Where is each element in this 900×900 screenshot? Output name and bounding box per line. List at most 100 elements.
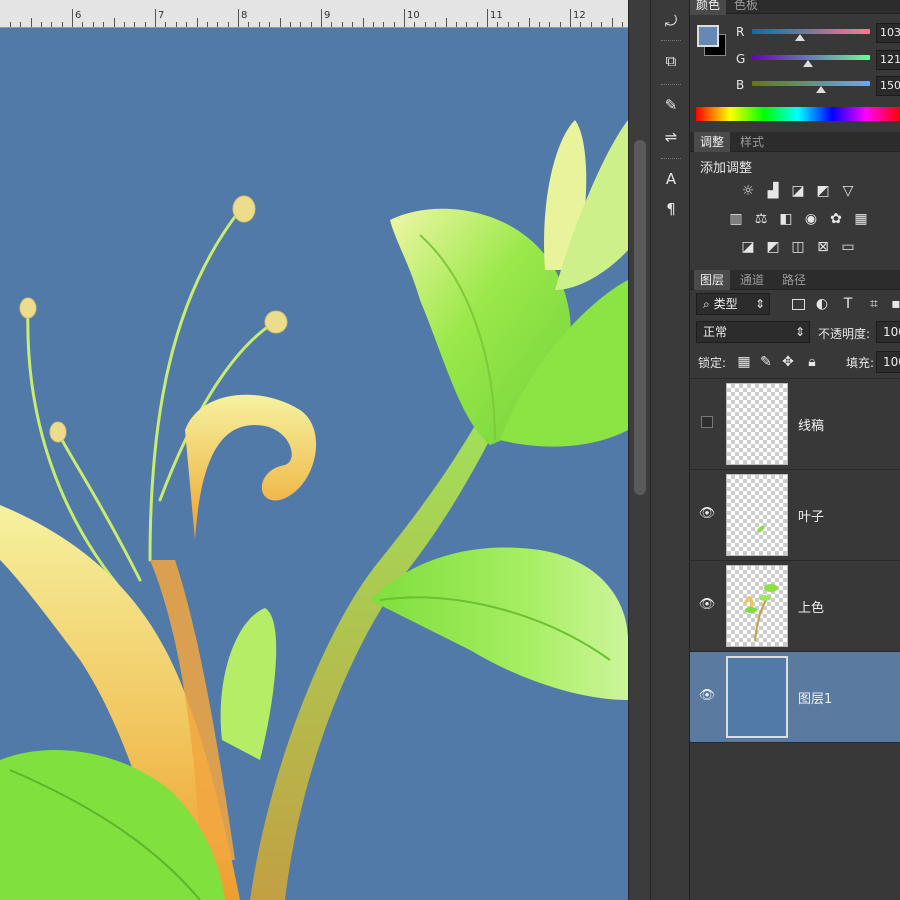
plant-thumb-mark bbox=[743, 584, 778, 642]
layer-row[interactable]: 👁︎ 叶子 bbox=[690, 470, 900, 561]
ruler-minor-tick bbox=[103, 22, 105, 27]
tab-layers[interactable]: 图层 bbox=[694, 270, 731, 290]
blue-slider[interactable] bbox=[752, 81, 870, 86]
layer-filter-label: 类型 bbox=[713, 297, 738, 311]
foreground-color-swatch[interactable] bbox=[697, 25, 719, 47]
threshold-icon[interactable]: ◫ bbox=[790, 239, 806, 255]
blue-slider-knob[interactable] bbox=[816, 86, 827, 93]
ruler-minor-tick bbox=[372, 22, 374, 27]
ruler-number: 11 bbox=[490, 10, 503, 21]
ruler-minor-tick bbox=[123, 22, 125, 27]
layer-row[interactable]: 线稿 bbox=[690, 379, 900, 470]
layer-row[interactable]: 👁︎ 上色 bbox=[690, 561, 900, 652]
opacity-field[interactable]: 100 bbox=[876, 321, 900, 343]
tab-channels[interactable]: 通道 bbox=[734, 270, 770, 290]
chevron-updown-icon: ⇕ bbox=[794, 325, 805, 339]
ruler-major-tick bbox=[570, 9, 571, 27]
tab-adjustments[interactable]: 调整 bbox=[694, 132, 731, 152]
panel-icon-strip: ⤾ ⧉ ✎ ⇌ A ¶ bbox=[650, 0, 690, 900]
tab-color[interactable]: 颜色 bbox=[690, 0, 727, 15]
red-slider[interactable] bbox=[752, 29, 870, 34]
blend-mode-select[interactable]: 正常 ⇕ bbox=[696, 321, 810, 343]
character-icon[interactable]: A bbox=[657, 166, 685, 192]
fill-field[interactable]: 100 bbox=[876, 351, 900, 373]
layer-name: 上色 bbox=[798, 601, 825, 616]
panel-grip[interactable] bbox=[661, 84, 681, 87]
vibrance-icon[interactable]: ▽ bbox=[840, 183, 856, 199]
hue-saturation-icon[interactable]: ▥ bbox=[728, 211, 744, 227]
type-filter-icon[interactable]: T bbox=[840, 296, 856, 312]
eye-icon[interactable]: 👁︎ bbox=[698, 686, 716, 704]
ruler-minor-tick bbox=[383, 22, 385, 27]
lock-label: 锁定: bbox=[698, 356, 727, 370]
color-lookup-icon[interactable]: ▦ bbox=[853, 211, 869, 227]
ruler-minor-tick bbox=[40, 22, 42, 27]
brush-presets-icon[interactable]: ✎ bbox=[657, 92, 685, 118]
paragraph-icon[interactable]: ¶ bbox=[657, 196, 685, 222]
ruler-minor-tick bbox=[424, 22, 426, 27]
color-spectrum-bar[interactable] bbox=[696, 107, 900, 121]
lock-image-pixels-icon[interactable]: ✎ bbox=[758, 354, 774, 370]
ruler-minor-tick bbox=[61, 22, 63, 27]
layers-list: 线稿 👁︎ 叶子 👁︎ 上色 👁︎ 图层1 bbox=[690, 378, 900, 848]
levels-icon[interactable]: ▟ bbox=[765, 183, 781, 199]
ruler-major-tick bbox=[155, 9, 156, 27]
layer-filter-select[interactable]: ⌕ 类型 ⇕ bbox=[696, 293, 770, 315]
ruler-minor-tick bbox=[601, 22, 603, 27]
history-brush-icon[interactable]: ⤾ bbox=[657, 8, 685, 34]
ruler-minor-tick bbox=[186, 22, 188, 27]
tab-swatches[interactable]: 色板 bbox=[728, 0, 764, 15]
ruler-minor-tick bbox=[507, 22, 509, 27]
curves-icon[interactable]: ◪ bbox=[790, 183, 806, 199]
smart-object-filter-icon[interactable]: ▪ bbox=[888, 296, 900, 312]
layer-row[interactable]: 👁︎ 图层1 bbox=[690, 652, 900, 743]
color-panel-tabs: 颜色 色板 bbox=[690, 0, 900, 15]
document-canvas[interactable] bbox=[0, 28, 628, 900]
scrollbar-thumb[interactable] bbox=[634, 140, 646, 495]
panel-grip[interactable] bbox=[661, 158, 681, 161]
ruler-minor-tick bbox=[476, 22, 478, 27]
photo-filter-icon[interactable]: ◉ bbox=[803, 211, 819, 227]
tab-styles[interactable]: 样式 bbox=[734, 132, 770, 152]
pixel-filter-icon[interactable] bbox=[790, 296, 806, 312]
lily-artwork bbox=[0, 120, 628, 900]
brush-settings-icon[interactable]: ⇌ bbox=[657, 124, 685, 150]
vertical-scrollbar[interactable] bbox=[628, 0, 650, 900]
eye-icon[interactable]: 👁︎ bbox=[698, 595, 716, 613]
color-balance-icon[interactable]: ⚖ bbox=[753, 211, 769, 227]
visibility-toggle[interactable] bbox=[698, 413, 716, 431]
channel-mixer-icon[interactable]: ✿ bbox=[828, 211, 844, 227]
red-slider-knob[interactable] bbox=[794, 34, 805, 41]
ruler-minor-tick bbox=[9, 22, 11, 27]
panel-grip[interactable] bbox=[661, 40, 681, 43]
ruler-minor-tick bbox=[165, 22, 167, 27]
ruler-minor-tick bbox=[30, 18, 32, 27]
layer-thumbnail bbox=[726, 565, 788, 647]
gradient-map-icon[interactable]: ▭ bbox=[840, 239, 856, 255]
adjustment-filter-icon[interactable]: ◐ bbox=[814, 296, 830, 312]
clone-stamp-icon[interactable]: ⧉ bbox=[657, 48, 685, 74]
lock-transparent-pixels-icon[interactable]: ▦ bbox=[736, 354, 752, 370]
ruler-minor-tick bbox=[227, 22, 229, 27]
lock-all-icon[interactable]: 🔒︎ bbox=[804, 354, 820, 370]
tab-paths[interactable]: 路径 bbox=[776, 270, 812, 290]
invert-icon[interactable]: ◪ bbox=[740, 239, 756, 255]
ruler-minor-tick bbox=[134, 22, 136, 27]
layers-panel-tabs: 图层 通道 路径 bbox=[690, 270, 900, 290]
fill-label: 填充: bbox=[846, 356, 875, 370]
exposure-icon[interactable]: ◩ bbox=[815, 183, 831, 199]
brightness-icon[interactable]: ☼ bbox=[740, 183, 756, 199]
red-value-field[interactable]: 103 bbox=[876, 23, 900, 43]
ruler-minor-tick bbox=[331, 22, 333, 27]
green-slider-knob[interactable] bbox=[803, 60, 814, 67]
blue-value-field[interactable]: 150 bbox=[876, 76, 900, 96]
eye-icon[interactable]: 👁︎ bbox=[698, 504, 716, 522]
lock-position-icon[interactable]: ✥ bbox=[780, 354, 796, 370]
selective-color-icon[interactable]: ⊠ bbox=[815, 239, 831, 255]
ruler-minor-tick bbox=[497, 22, 499, 27]
black-white-icon[interactable]: ◧ bbox=[778, 211, 794, 227]
shape-filter-icon[interactable]: ⌗ bbox=[866, 296, 882, 312]
chevron-updown-icon: ⇕ bbox=[754, 297, 765, 311]
posterize-icon[interactable]: ◩ bbox=[765, 239, 781, 255]
green-value-field[interactable]: 121 bbox=[876, 50, 900, 70]
